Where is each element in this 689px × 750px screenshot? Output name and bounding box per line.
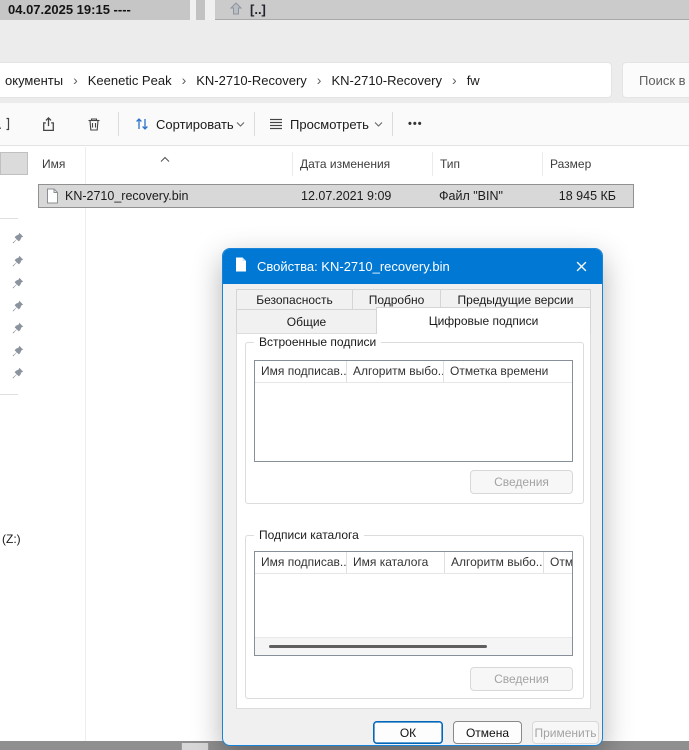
embedded-signatures-list[interactable]: Имя подписав... Алгоритм выбо... Отметка… <box>254 360 573 462</box>
breadcrumb: окументы › Keenetic Peak › KN-2710-Recov… <box>5 73 480 88</box>
tab-security[interactable]: Безопасность <box>236 289 353 310</box>
breadcrumb-segment[interactable]: KN-2710-Recovery <box>331 73 442 88</box>
close-icon[interactable] <box>560 249 602 284</box>
sort-ascending-icon <box>160 150 170 168</box>
group-label: Подписи каталога <box>254 528 364 542</box>
view-icon <box>268 103 284 145</box>
svg-text:A: A <box>0 118 1 132</box>
pin-icon <box>12 255 24 267</box>
chevron-right-icon: › <box>73 73 78 87</box>
sort-button[interactable]: Сортировать <box>156 103 234 145</box>
panel-splitter[interactable] <box>196 0 205 20</box>
trash-icon <box>86 116 102 133</box>
background-filemanager-bar: 04.07.2025 19:15 ---- [..] <box>0 0 689 20</box>
pin-icon <box>12 277 24 289</box>
background-status-text: 04.07.2025 19:15 ---- <box>8 2 131 17</box>
list-column-timestamp[interactable]: Отметка времени <box>444 361 572 382</box>
list-column-signer[interactable]: Имя подписав... <box>255 552 347 573</box>
share-icon <box>40 116 57 133</box>
search-input[interactable]: Поиск в <box>622 62 689 98</box>
pin-icon <box>12 367 24 379</box>
background-left-panel-header: 04.07.2025 19:15 ---- <box>0 0 190 20</box>
sidebar-divider <box>0 394 18 395</box>
column-divider[interactable] <box>292 152 293 176</box>
toolbar-divider <box>118 112 119 136</box>
column-header-date[interactable]: Дата изменения <box>300 157 390 171</box>
sidebar-divider <box>0 218 18 219</box>
properties-dialog: Свойства: KN-2710_recovery.bin Безопасно… <box>222 248 603 746</box>
breadcrumb-segment[interactable]: KN-2710-Recovery <box>196 73 307 88</box>
breadcrumb-segment[interactable]: окументы <box>5 73 63 88</box>
chevron-right-icon: › <box>182 73 187 87</box>
horizontal-scrollbar[interactable] <box>255 637 572 655</box>
group-label: Встроенные подписи <box>254 335 381 349</box>
list-column-digest[interactable]: Алгоритм выбо... <box>347 361 444 382</box>
pin-icon <box>12 345 24 357</box>
scrollbar-thumb[interactable] <box>269 645 487 648</box>
file-size: 18 945 КБ <box>559 189 616 203</box>
file-name: KN-2710_recovery.bin <box>65 189 188 203</box>
embedded-signatures-group: Встроенные подписи Имя подписав... Алгор… <box>245 342 584 504</box>
column-header-name[interactable]: Имя <box>42 157 65 171</box>
column-header-size[interactable]: Размер <box>550 157 591 171</box>
pin-icon <box>12 232 24 244</box>
tab-general[interactable]: Общие <box>236 309 377 334</box>
list-header: Имя подписав... Алгоритм выбо... Отметка… <box>255 361 572 383</box>
file-icon <box>46 188 59 209</box>
address-bar[interactable]: окументы › Keenetic Peak › KN-2710-Recov… <box>0 62 612 98</box>
breadcrumb-segment[interactable]: fw <box>467 73 480 88</box>
ok-button[interactable]: ОК <box>373 721 443 744</box>
list-header: Имя подписав... Имя каталога Алгоритм вы… <box>255 552 572 574</box>
document-icon <box>235 257 247 277</box>
folder-up-icon[interactable] <box>228 2 244 22</box>
pin-icon <box>12 300 24 312</box>
chevron-down-icon <box>374 103 383 145</box>
catalog-signatures-group: Подписи каталога Имя подписав... Имя кат… <box>245 535 584 699</box>
toolbar-divider <box>392 112 393 136</box>
background-panel-separator <box>190 0 215 20</box>
sidebar-item-drive-z[interactable]: (Z:) <box>2 532 21 546</box>
search-placeholder: Поиск в <box>639 73 686 88</box>
file-date: 12.07.2021 9:09 <box>301 189 391 203</box>
file-type: Файл "BIN" <box>439 189 503 203</box>
chevron-down-icon <box>236 103 245 145</box>
background-window-fragment <box>181 743 209 750</box>
breadcrumb-segment[interactable]: Keenetic Peak <box>88 73 172 88</box>
catalog-signatures-list[interactable]: Имя подписав... Имя каталога Алгоритм вы… <box>254 551 573 656</box>
more-options-button[interactable]: ••• <box>408 103 423 145</box>
column-divider[interactable] <box>432 152 433 176</box>
file-row[interactable]: KN-2710_recovery.bin 12.07.2021 9:09 Фай… <box>38 184 634 208</box>
sidebar-border <box>85 147 86 741</box>
details-button: Сведения <box>470 470 573 494</box>
rename-button[interactable]: A <box>0 103 12 145</box>
view-button[interactable]: Просмотреть <box>290 103 369 145</box>
command-bar: A Сортировать Просмотреть ••• <box>0 103 689 146</box>
tab-digital-signatures[interactable]: Цифровые подписи <box>376 307 591 334</box>
sidebar-scroll-fragment <box>0 152 28 175</box>
explorer-top-band: окументы › Keenetic Peak › KN-2710-Recov… <box>0 20 689 103</box>
tab-panel: Встроенные подписи Имя подписав... Алгор… <box>236 333 591 709</box>
list-column-digest[interactable]: Алгоритм выбо... <box>445 552 544 573</box>
list-column-catalog[interactable]: Имя каталога <box>347 552 445 573</box>
pin-icon <box>12 322 24 334</box>
apply-button: Применить <box>532 721 599 744</box>
dialog-title: Свойства: KN-2710_recovery.bin <box>257 259 450 274</box>
column-header-type[interactable]: Тип <box>440 157 460 171</box>
screen: 04.07.2025 19:15 ---- [..] окументы › Ke… <box>0 0 689 750</box>
toolbar-divider <box>254 112 255 136</box>
sort-icon <box>134 103 150 145</box>
parent-dir-item[interactable]: [..] <box>250 2 266 17</box>
cancel-button[interactable]: Отмена <box>453 721 522 744</box>
list-column-signer[interactable]: Имя подписав... <box>255 361 347 382</box>
dialog-titlebar[interactable]: Свойства: KN-2710_recovery.bin <box>223 249 602 284</box>
column-divider[interactable] <box>542 152 543 176</box>
chevron-right-icon: › <box>317 73 322 87</box>
share-button[interactable] <box>40 103 57 145</box>
list-column-timestamp[interactable]: Отм <box>544 552 572 573</box>
delete-button[interactable] <box>86 103 102 145</box>
details-button: Сведения <box>470 667 573 691</box>
chevron-right-icon: › <box>452 73 457 87</box>
